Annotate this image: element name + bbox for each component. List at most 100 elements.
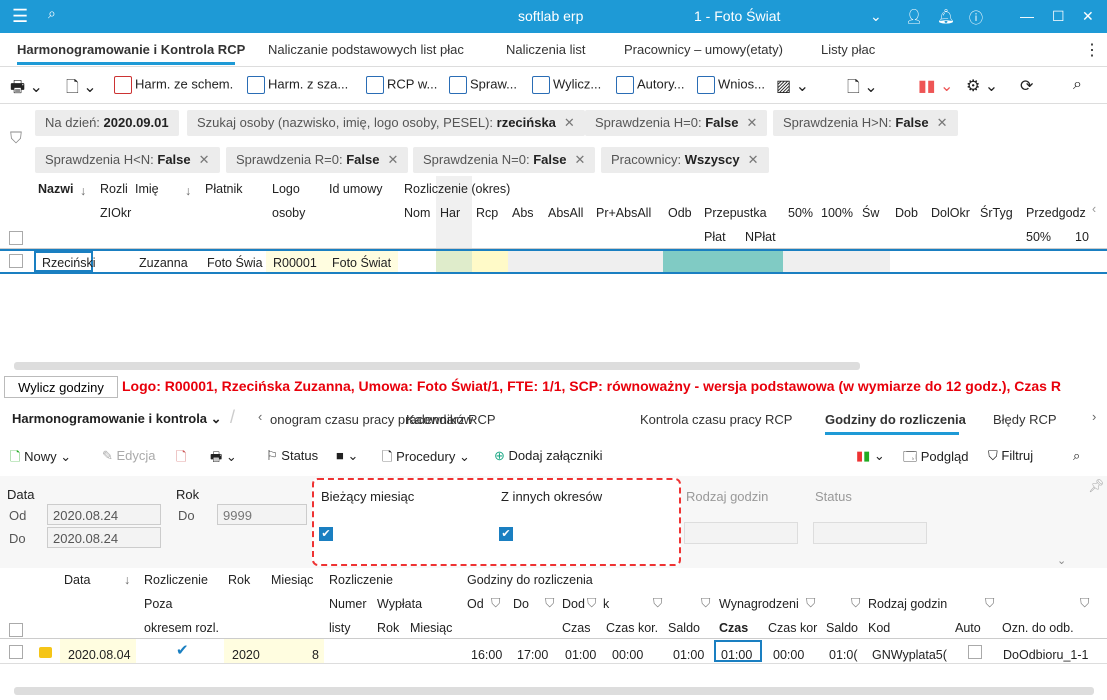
- column-header[interactable]: 50%: [788, 206, 813, 220]
- column-header[interactable]: okresem rozl.: [144, 621, 219, 635]
- filter-icon[interactable]: ⛉: [491, 596, 500, 611]
- bell-icon[interactable]: 🔔︎: [937, 8, 955, 25]
- help-icon[interactable]: ⓘ: [969, 8, 983, 28]
- column-header[interactable]: Czas kor.: [606, 621, 658, 635]
- more-icon[interactable]: ⋮: [1084, 40, 1100, 60]
- toolbar-button-4[interactable]: Wylicz...: [532, 76, 601, 94]
- tab2-2[interactable]: Kontrola czasu pracy RCP: [640, 412, 792, 427]
- refresh-icon[interactable]: ⟳: [1020, 76, 1033, 96]
- column-header[interactable]: Czas: [562, 621, 590, 635]
- current-month-checkbox[interactable]: ✔: [319, 527, 333, 541]
- close-icon[interactable]: ✕: [1082, 8, 1094, 25]
- column-header[interactable]: Id umowy: [329, 182, 383, 196]
- column-header[interactable]: Logo: [272, 182, 300, 196]
- column-header[interactable]: 50%: [1026, 230, 1051, 244]
- column-header[interactable]: Poza: [144, 597, 173, 611]
- column-header[interactable]: Rok: [377, 621, 399, 635]
- sort-icon[interactable]: ↓: [80, 184, 86, 198]
- close-icon[interactable]: ✕: [748, 152, 759, 167]
- column-header[interactable]: Imię: [135, 182, 159, 196]
- bar-chart-icon[interactable]: ▮▮ ⌄: [918, 76, 953, 96]
- column-header[interactable]: Rozliczenie (okres): [404, 182, 510, 196]
- filter-chip[interactable]: Sprawdzenia H>N: False ✕: [773, 110, 958, 136]
- column-header[interactable]: Dob: [895, 206, 918, 220]
- tab-3[interactable]: Pracownicy – umowy(etaty): [624, 42, 783, 57]
- print-icon[interactable]: 🖶 ⌄: [10, 76, 43, 103]
- column-header[interactable]: Kod: [868, 621, 890, 635]
- wylicz-godziny-button[interactable]: Wylicz godziny: [4, 376, 118, 398]
- filter-icon[interactable]: ⛉: [851, 596, 860, 611]
- column-header[interactable]: Ozn. do odb.: [1002, 621, 1074, 635]
- attach-button[interactable]: ⊕ Dodaj załączniki: [494, 448, 602, 464]
- column-header[interactable]: ŚrTyg: [980, 206, 1013, 220]
- filter-icon[interactable]: ⛉: [545, 596, 554, 611]
- column-header[interactable]: Rozliczenie: [329, 573, 393, 587]
- column-header[interactable]: Nom: [404, 206, 430, 220]
- status-button[interactable]: ⚐ Status: [266, 448, 318, 464]
- status-input[interactable]: [813, 522, 927, 544]
- column-header[interactable]: Pr+AbsAll: [596, 206, 651, 220]
- column-header[interactable]: Rozliczenie: [144, 573, 208, 587]
- delete-icon[interactable]: 🗋: [176, 448, 186, 470]
- user-icon[interactable]: 👤︎: [905, 8, 923, 25]
- close-icon[interactable]: ✕: [387, 152, 398, 167]
- other-periods-checkbox[interactable]: ✔: [499, 527, 513, 541]
- column-header[interactable]: Miesiąc: [410, 621, 452, 635]
- select-all-checkbox[interactable]: [9, 623, 23, 637]
- tab-1[interactable]: Naliczanie podstawowych list płac: [268, 42, 464, 57]
- chevron-down-icon[interactable]: ⌄: [870, 8, 882, 25]
- filter-icon[interactable]: ⛉: [701, 596, 710, 611]
- tabs-scroll-left-icon[interactable]: ‹: [258, 409, 262, 424]
- filter-button[interactable]: ⛉ Filtruj: [988, 448, 1033, 464]
- toolbar-button-1[interactable]: Harm. z sza...: [247, 76, 348, 94]
- menu-icon[interactable]: ☰: [12, 6, 28, 27]
- rodzaj-input[interactable]: [684, 522, 798, 544]
- column-header[interactable]: Har: [440, 206, 460, 220]
- select-all-checkbox[interactable]: [9, 231, 23, 245]
- filter-icon[interactable]: ⛉: [587, 596, 596, 611]
- column-header[interactable]: ZIOkr: [100, 206, 131, 220]
- document-settings-icon[interactable]: 🗋 ⌄: [66, 76, 97, 103]
- column-header[interactable]: Od: [467, 597, 484, 611]
- filter-icon[interactable]: ⛉: [653, 596, 662, 611]
- filter-chip[interactable]: Sprawdzenia N=0: False ✕: [413, 147, 596, 173]
- tab2-1[interactable]: Kalendarz RCP: [406, 412, 496, 427]
- image-icon[interactable]: ▨ ⌄: [776, 76, 809, 96]
- close-icon[interactable]: ✕: [746, 115, 757, 130]
- column-header[interactable]: Płat: [704, 230, 726, 244]
- close-icon[interactable]: ✕: [564, 115, 575, 130]
- procedures-button[interactable]: 🗋 Procedury ⌄: [382, 448, 470, 470]
- tab2-4[interactable]: Błędy RCP: [993, 412, 1057, 427]
- grid-cell[interactable]: 01:00: [721, 648, 752, 662]
- new-button[interactable]: 🗋 Nowy ⌄: [10, 448, 71, 470]
- column-header[interactable]: Przedgodz: [1026, 206, 1086, 220]
- column-header[interactable]: listy: [329, 621, 351, 635]
- column-header[interactable]: Data: [64, 573, 90, 587]
- collapse-icon[interactable]: ⌄: [1057, 554, 1066, 567]
- column-header[interactable]: Rozli: [100, 182, 128, 196]
- column-header[interactable]: Odb: [668, 206, 692, 220]
- chart-button[interactable]: ▮▮ ⌄: [856, 448, 885, 464]
- close-icon[interactable]: ✕: [937, 115, 948, 130]
- pin-icon[interactable]: 📌︎: [1088, 478, 1105, 494]
- sort-icon[interactable]: ↓: [185, 184, 191, 198]
- column-header[interactable]: Czas: [719, 621, 748, 635]
- preview-button[interactable]: 🗔 Podgląd: [903, 448, 968, 470]
- search-icon[interactable]: ⌕: [48, 5, 56, 22]
- tab-2[interactable]: Naliczenia list: [506, 42, 585, 57]
- column-header[interactable]: Wypłata: [377, 597, 422, 611]
- column-header[interactable]: 10: [1075, 230, 1089, 244]
- filter-icon[interactable]: ⛉: [1080, 596, 1089, 611]
- close-icon[interactable]: ✕: [574, 152, 585, 167]
- column-header[interactable]: Miesiąc: [271, 573, 313, 587]
- tab-0[interactable]: Harmonogramowanie i Kontrola RCP: [17, 42, 245, 57]
- column-header[interactable]: osoby: [272, 206, 305, 220]
- search-icon[interactable]: ⌕: [1073, 448, 1080, 464]
- auto-checkbox[interactable]: [968, 645, 982, 659]
- filter-icon[interactable]: ⛉: [10, 130, 22, 148]
- color-button[interactable]: ■ ⌄: [336, 448, 358, 464]
- column-header[interactable]: k: [603, 597, 609, 611]
- column-header[interactable]: Rok: [228, 573, 250, 587]
- date-to-input[interactable]: 2020.08.24: [47, 527, 161, 548]
- column-header[interactable]: Płatnik: [205, 182, 243, 196]
